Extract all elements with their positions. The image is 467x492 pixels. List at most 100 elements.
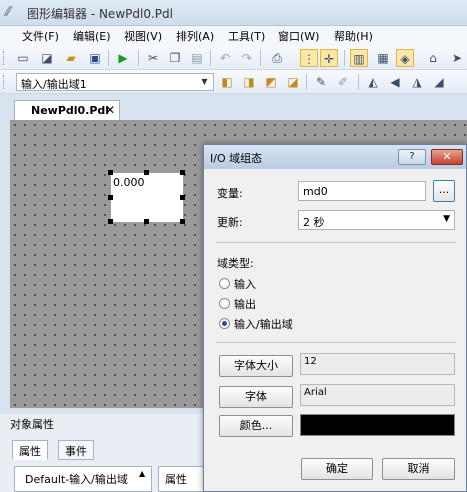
cancel-button[interactable]: 取消	[382, 458, 455, 480]
undo-icon[interactable]: ↶	[216, 49, 234, 67]
object-select-combo[interactable]: 输入/输出域1 ▼	[16, 73, 214, 91]
resize-handle[interactable]	[108, 195, 113, 200]
color-swatch	[300, 414, 455, 436]
pointer-icon[interactable]: ➤	[448, 49, 466, 67]
resize-handle[interactable]	[180, 170, 185, 175]
chevron-down-icon[interactable]: ▼	[198, 75, 211, 89]
radio-input-output[interactable]	[219, 318, 230, 329]
update-label: 更新:	[217, 216, 243, 229]
object-tree[interactable]: Default-输入/输出域 ▲	[14, 466, 152, 492]
chevron-down-icon[interactable]: ▼	[443, 214, 450, 224]
paste-icon[interactable]: ▤	[188, 49, 206, 67]
toolbar-separator	[306, 74, 307, 90]
title-bar: ⁄⁄ 图形编辑器 - NewPdl0.Pdl	[0, 0, 467, 26]
radio-input-label[interactable]: 输入	[234, 276, 256, 292]
close-button[interactable]: ✕	[431, 149, 463, 165]
menu-tools[interactable]: 工具(T)	[228, 28, 265, 44]
resize-handle[interactable]	[180, 219, 185, 224]
print-icon[interactable]: ⎙	[268, 49, 286, 67]
tab-events[interactable]: 事件	[58, 440, 94, 460]
resize-handle[interactable]	[144, 170, 149, 175]
tab-newpdl0[interactable]: NewPdl0.Pdl ✕	[14, 100, 120, 120]
disconnect-icon[interactable]: ✐	[334, 73, 352, 91]
standard-toolbar: ▭ ◪ ▰ ▣ ▶ ✂ ❐ ▤ ↶ ↷ ⎙ ⋮ ✛ ▥ ▦ ◈ ⌂ ➤	[0, 46, 467, 70]
scroll-up-icon[interactable]: ▲	[139, 469, 145, 478]
radio-output-label[interactable]: 输出	[234, 296, 256, 312]
io-field-object[interactable]: 0.000	[111, 173, 183, 222]
radio-input[interactable]	[219, 278, 230, 289]
menu-help[interactable]: 帮助(H)	[334, 28, 373, 44]
grid-icon[interactable]: ⋮	[300, 49, 318, 67]
tab-label: NewPdl0.Pdl	[31, 104, 110, 117]
resize-handle[interactable]	[144, 219, 149, 224]
font-size-field: 12	[300, 353, 455, 375]
snap-to-grid-icon[interactable]: ✛	[320, 49, 338, 67]
color-button[interactable]: 颜色...	[219, 415, 293, 437]
menu-bar: 文件(F) 编辑(E) 视图(V) 排列(A) 工具(T) 窗口(W) 帮助(H…	[0, 26, 467, 46]
app-icon: ⁄⁄	[6, 5, 11, 20]
panel-title: 对象属性	[10, 418, 54, 431]
radio-output[interactable]	[219, 298, 230, 309]
resize-handle[interactable]	[108, 219, 113, 224]
menu-arrange[interactable]: 排列(A)	[176, 28, 214, 44]
font-size-value: 12	[304, 356, 317, 367]
tab-properties[interactable]: 属性	[12, 440, 48, 460]
menu-window[interactable]: 窗口(W)	[278, 28, 319, 44]
menu-view[interactable]: 视图(V)	[124, 28, 162, 44]
dialog-title-bar[interactable]: I/O 域组态 ? ✕	[204, 145, 466, 169]
toolbar-separator	[260, 50, 261, 66]
bring-forward-icon[interactable]: ◩	[262, 73, 280, 91]
close-icon[interactable]: ✕	[105, 103, 115, 117]
layers-icon[interactable]: ▥	[350, 49, 368, 67]
object-tree-item[interactable]: Default-输入/输出域	[25, 471, 128, 487]
send-to-back-icon[interactable]: ◨	[240, 73, 258, 91]
radio-input-output-label[interactable]: 输入/输出域	[234, 316, 293, 332]
redo-icon[interactable]: ↷	[238, 49, 256, 67]
save-icon[interactable]: ▣	[86, 49, 104, 67]
variable-label: 变量:	[217, 187, 243, 200]
attribute-column: 属性	[158, 466, 208, 492]
browse-button[interactable]: ...	[433, 180, 455, 202]
rotate-icon[interactable]: ◮	[408, 73, 426, 91]
document-tab-strip: NewPdl0.Pdl ✕	[0, 94, 467, 120]
font-field: Arial	[300, 384, 455, 406]
new-window-icon[interactable]: ◪	[38, 49, 56, 67]
properties-icon[interactable]: ⌂	[424, 49, 442, 67]
alignment-toolbar: 输入/输出域1 ▼ ◧ ◨ ◩ ◪ ✎ ✐ ◭ ◀ ◮ ◢	[0, 70, 467, 94]
toolbar-separator	[358, 74, 359, 90]
font-size-button[interactable]: 字体大小	[219, 355, 293, 377]
library-icon[interactable]: ▦	[374, 49, 392, 67]
menu-edit[interactable]: 编辑(E)	[73, 28, 111, 44]
field-type-label: 域类型:	[217, 257, 254, 270]
mirror-icon[interactable]: ◢	[430, 73, 448, 91]
send-backward-icon[interactable]: ◪	[284, 73, 302, 91]
new-file-icon[interactable]: ▭	[14, 49, 32, 67]
object-select-value: 输入/输出域1	[21, 78, 87, 91]
run-icon[interactable]: ▶	[114, 49, 132, 67]
copy-icon[interactable]: ❐	[166, 49, 184, 67]
divider	[216, 342, 456, 343]
io-field-value: 0.000	[113, 176, 145, 189]
update-select[interactable]: 2 秒 ▼	[298, 210, 455, 230]
font-button[interactable]: 字体	[219, 386, 293, 408]
variable-field[interactable]: md0	[298, 181, 426, 201]
ok-button[interactable]: 确定	[301, 458, 373, 480]
cut-icon[interactable]: ✂	[144, 49, 162, 67]
flip-horizontal-icon[interactable]: ◭	[364, 73, 382, 91]
help-button[interactable]: ?	[398, 149, 426, 165]
io-field-config-dialog: I/O 域组态 ? ✕ 变量: md0 ... 更新: 2 秒 ▼ 域类型: 输…	[203, 144, 467, 492]
palette-icon[interactable]: ◈	[396, 49, 414, 67]
variable-value: md0	[303, 185, 328, 198]
menu-file[interactable]: 文件(F)	[22, 28, 59, 44]
resize-handle[interactable]	[180, 195, 185, 200]
update-value: 2 秒	[303, 216, 325, 229]
toolbar-grip[interactable]	[3, 51, 6, 65]
flip-vertical-icon[interactable]: ◀	[386, 73, 404, 91]
toolbar-separator	[108, 50, 109, 66]
bring-to-front-icon[interactable]: ◧	[218, 73, 236, 91]
dialog-title: I/O 域组态	[210, 152, 263, 165]
resize-handle[interactable]	[108, 170, 113, 175]
open-folder-icon[interactable]: ▰	[62, 49, 80, 67]
connect-icon[interactable]: ✎	[312, 73, 330, 91]
toolbar-grip[interactable]	[3, 75, 6, 89]
